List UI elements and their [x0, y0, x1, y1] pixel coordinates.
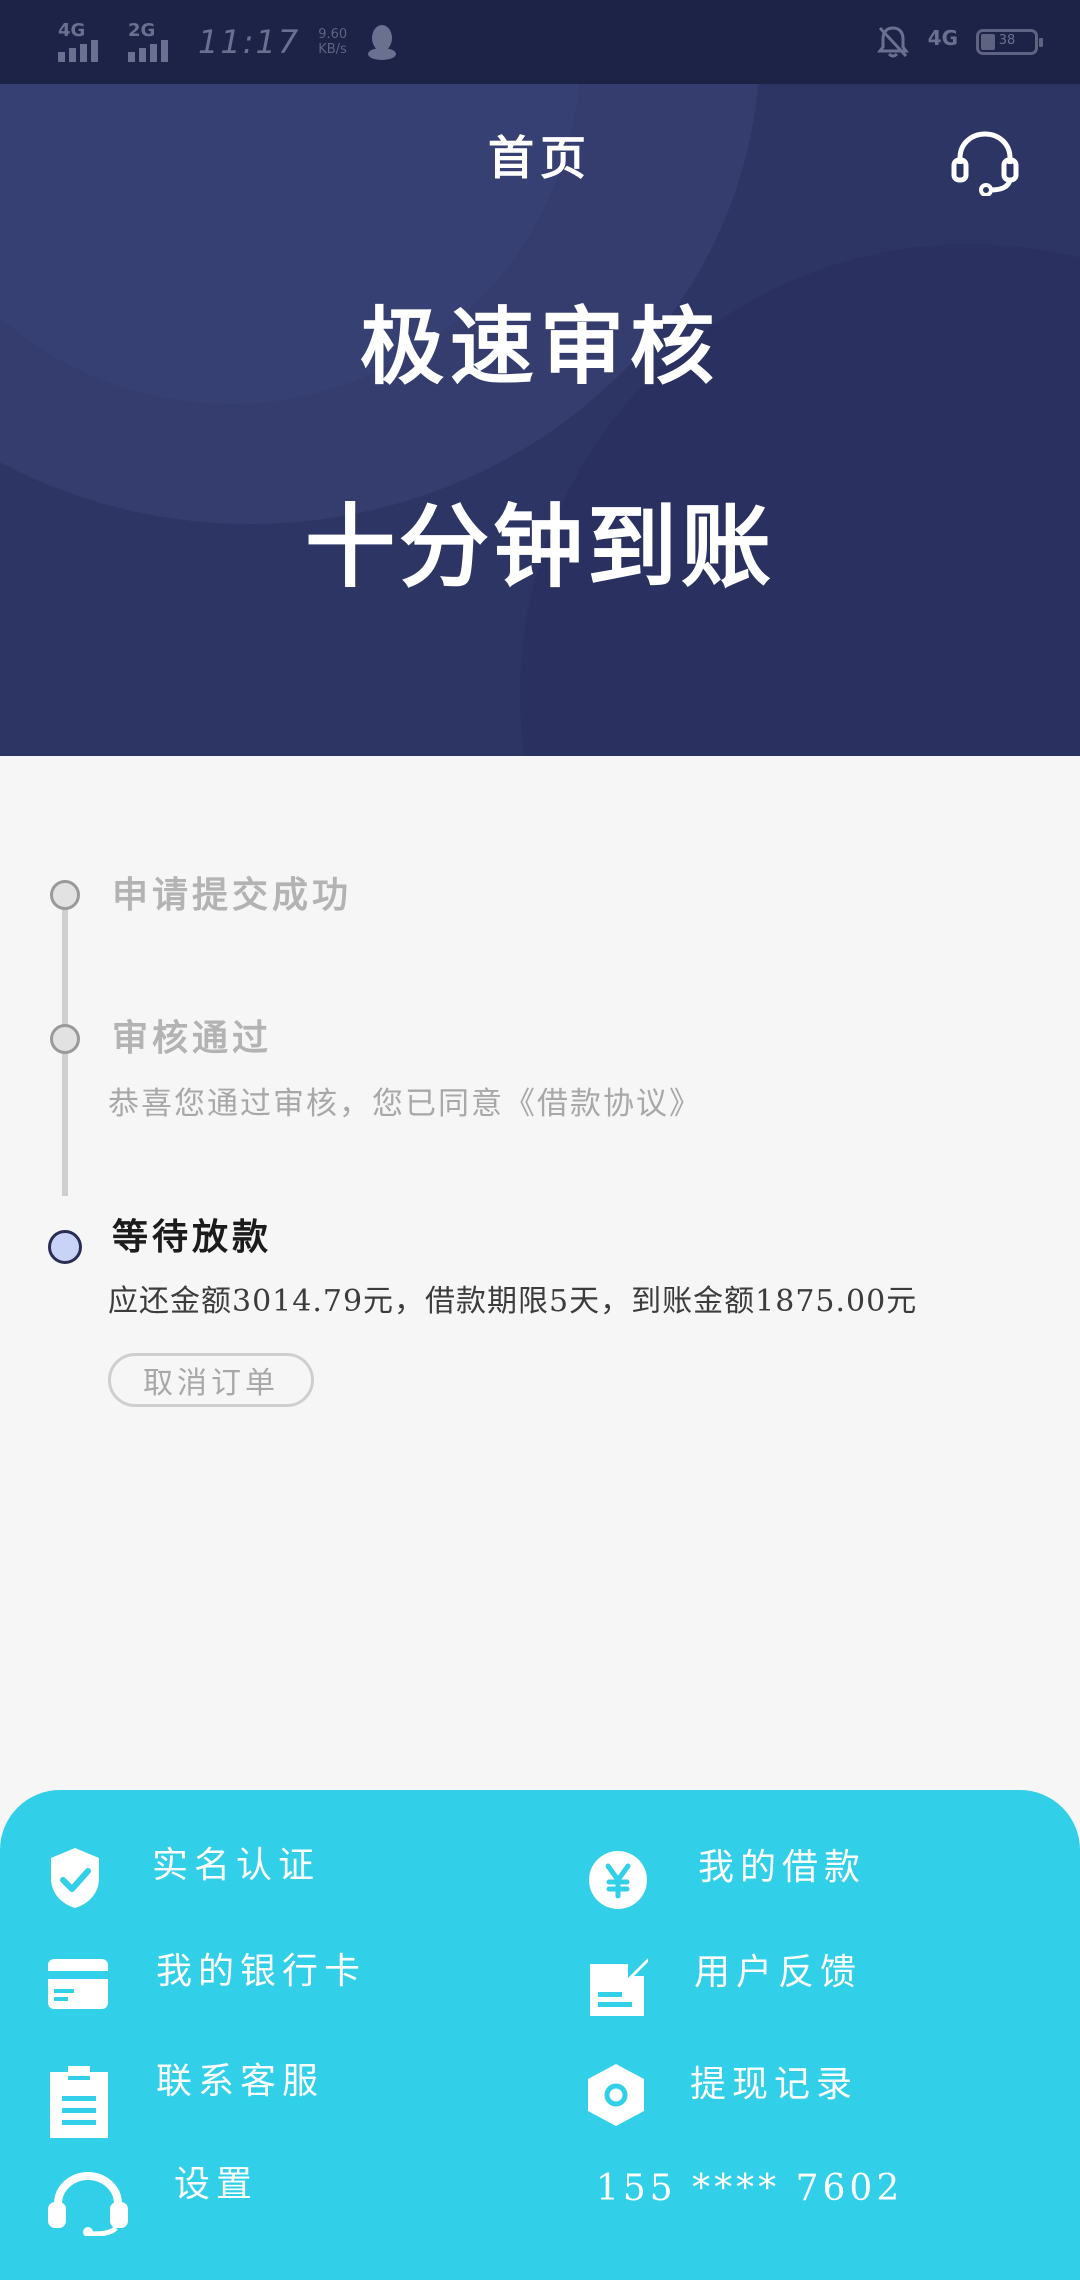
menu-label-contact-support: 联系客服	[156, 2061, 325, 2102]
menu-item-withdraw-records[interactable]: 提现记录	[588, 2064, 858, 2126]
step-title-submitted: 申请提交成功	[112, 874, 353, 916]
yen-circle-icon	[589, 1851, 647, 1909]
timeline-dot-awaiting	[48, 1230, 82, 1264]
cancel-order-button[interactable]: 取消订单	[108, 1353, 314, 1407]
menu-item-my-loans[interactable]: 我的借款	[588, 1847, 866, 1910]
step-desc-approved: 恭喜您通过审核，您已同意《借款协议》	[108, 1086, 702, 1122]
battery-level: 38	[998, 33, 1016, 48]
bell-muted-icon	[876, 26, 909, 58]
hexagon-record-icon	[588, 2064, 644, 2126]
battery-icon: 38	[976, 29, 1043, 55]
customer-service-headset-icon[interactable]	[950, 126, 1020, 196]
status-right: 4G 38	[876, 20, 1043, 64]
clipboard-icon	[50, 2066, 108, 2138]
user-phone-number: 155 **** 7602	[596, 2168, 904, 2209]
step-desc-awaiting: 应还金额3014.79元，借款期限5天，到账金额1875.00元	[108, 1284, 918, 1319]
menu-label-bank-card: 我的银行卡	[156, 1951, 367, 1992]
network-type-right: 4G	[927, 26, 958, 50]
speed-unit: KB/s	[318, 42, 347, 57]
feedback-edit-icon	[590, 1958, 648, 2016]
signal-1: 4G	[58, 20, 110, 62]
signal-bars-2-icon	[128, 40, 168, 62]
menu-item-settings[interactable]: 设置	[48, 2164, 258, 2236]
step-title-awaiting: 等待放款	[112, 1216, 273, 1258]
clock: 11:17	[198, 23, 301, 61]
network-type-2: 2G	[128, 20, 156, 41]
menu-item-feedback[interactable]: 用户反馈	[590, 1952, 862, 2016]
qq-penguin-icon	[368, 25, 397, 60]
signal-bars-1-icon	[58, 40, 98, 62]
loan-progress-timeline: 申请提交成功 审核通过 恭喜您通过审核，您已同意《借款协议》 等待放款 应还金额…	[0, 756, 1080, 1796]
signal-2: 2G	[128, 20, 180, 62]
shield-check-icon	[51, 1848, 99, 1908]
status-left: 4G 2G 11:17 9.60 KB/s	[58, 14, 399, 70]
speed-value: 9.60	[318, 27, 348, 42]
timeline-dot-submitted	[50, 880, 80, 910]
page-title: 首页	[488, 131, 592, 185]
timeline-dot-approved	[50, 1024, 80, 1054]
menu-label-feedback: 用户反馈	[694, 1952, 863, 1993]
menu-label-withdraw-records: 提现记录	[690, 2064, 859, 2105]
menu-item-bank-card[interactable]: 我的银行卡	[48, 1951, 366, 2010]
network-speed: 9.60 KB/s	[318, 27, 347, 57]
step-title-approved: 审核通过	[112, 1017, 273, 1059]
headset-icon	[48, 2171, 128, 2236]
menu-label-my-loans: 我的借款	[698, 1847, 867, 1888]
slogan-line-1: 极速审核	[359, 298, 720, 396]
menu-label-real-name: 实名认证	[152, 1845, 321, 1886]
menu-item-real-name[interactable]: 实名认证	[48, 1845, 320, 1910]
menu-label-settings: 设置	[174, 2164, 259, 2205]
menu-item-contact-support[interactable]: 联系客服	[50, 2061, 324, 2138]
header-banner: 首页 极速审核 十分钟到账	[0, 84, 1080, 756]
network-type-1: 4G	[58, 20, 86, 41]
status-bar: 4G 2G 11:17 9.60 KB/s 4G 38	[0, 0, 1080, 84]
bank-card-icon	[48, 1959, 108, 2009]
slogan-line-2: 十分钟到账	[305, 495, 775, 600]
